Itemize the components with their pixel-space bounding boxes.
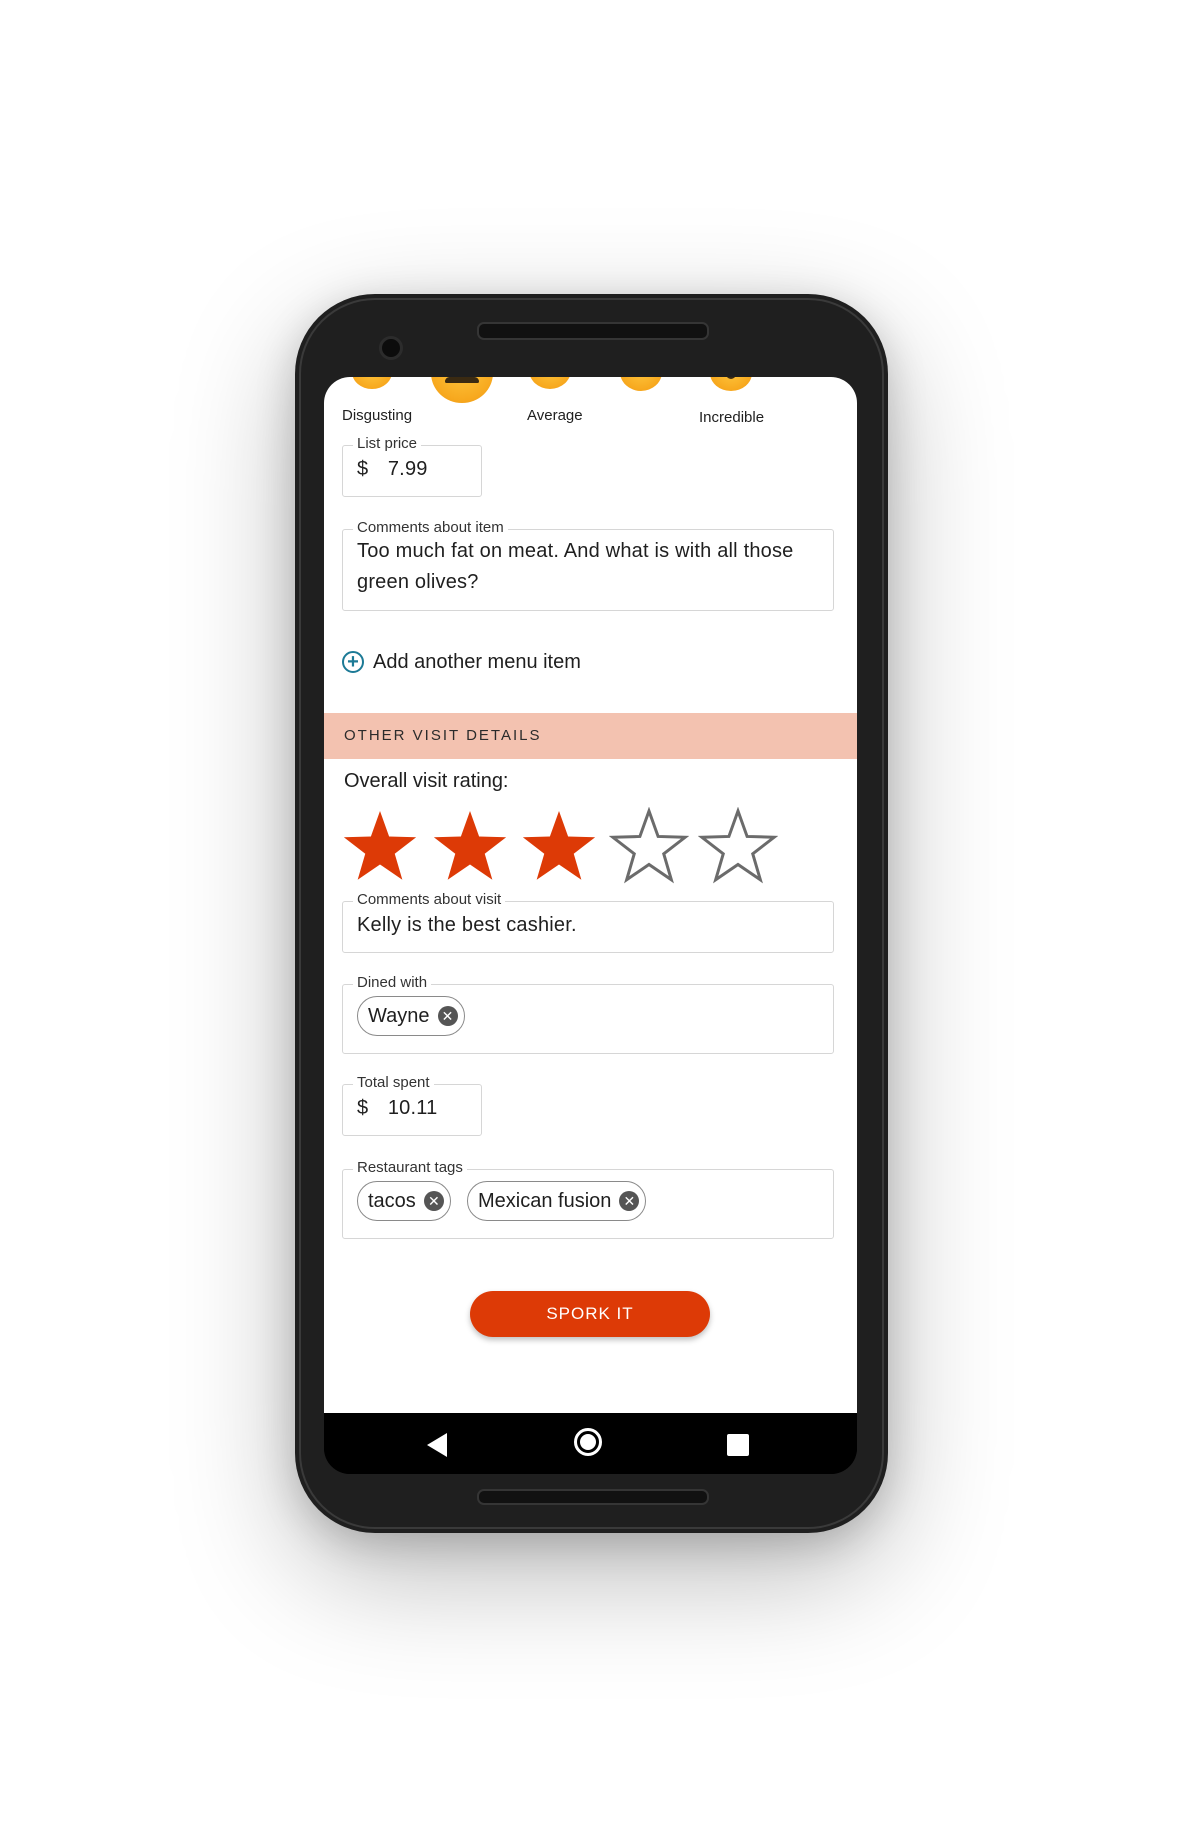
visit-comments-value[interactable]: Kelly is the best cashier. [357, 910, 577, 941]
total-spent-amount: 10.11 [387, 1097, 438, 1119]
close-circle-icon[interactable]: ✕ [619, 1191, 640, 1211]
chip-tag-0[interactable]: tacos ✕ [357, 1181, 451, 1221]
visit-comments-label: Comments about visit [353, 890, 506, 910]
visit-comments-field[interactable]: Comments about visit Kelly is the best c… [342, 890, 834, 953]
emoji-bad-icon[interactable] [431, 377, 493, 403]
dined-with-label: Dined with [353, 973, 432, 993]
home-circle-icon[interactable] [574, 1428, 602, 1456]
star-empty-icon[interactable] [698, 807, 778, 887]
total-spent-field[interactable]: Total spent $ 10.11 [342, 1073, 482, 1136]
list-price-label: List price [353, 434, 422, 454]
dined-with-field[interactable]: Dined with Wayne ✕ [342, 973, 834, 1054]
total-spent-value[interactable]: $ 10.11 [357, 1093, 437, 1124]
chip-text: Wayne [368, 1004, 430, 1027]
star-filled-icon[interactable] [430, 807, 510, 887]
phone-screen: Disgusting Average Incredible List price… [324, 377, 857, 1474]
list-price-value[interactable]: $ 7.99 [357, 454, 428, 485]
section-header-visit-details: OTHER VISIT DETAILS [324, 713, 857, 759]
close-circle-icon[interactable]: ✕ [437, 1006, 458, 1026]
star-empty-icon[interactable] [608, 807, 689, 887]
recent-square-icon[interactable] [727, 1434, 749, 1456]
chip-text: tacos [368, 1189, 416, 1212]
spork-it-button[interactable]: SPORK IT [470, 1291, 710, 1337]
chip-text: Mexican fusion [478, 1189, 612, 1212]
bottom-speaker [477, 1489, 709, 1505]
list-price-field[interactable]: List price $ 7.99 [342, 434, 482, 497]
app-content[interactable]: Disgusting Average Incredible List price… [324, 377, 857, 1413]
stage: Disgusting Average Incredible List price… [0, 0, 1194, 1845]
system-nav-bar [324, 1413, 857, 1474]
emoji-incredible-icon[interactable] [710, 377, 752, 391]
total-spent-label: Total spent [353, 1073, 434, 1093]
overall-rating-label: Overall visit rating: [344, 770, 509, 792]
emoji-disgusting-icon[interactable] [352, 377, 392, 389]
phone-frame: Disgusting Average Incredible List price… [295, 294, 888, 1533]
earpiece-speaker [477, 322, 709, 340]
rating-label-disgusting: Disgusting [342, 407, 413, 424]
chip-tag-1[interactable]: Mexican fusion ✕ [467, 1181, 647, 1221]
add-menu-item-button[interactable]: + Add another menu item [342, 647, 581, 677]
emoji-good-icon[interactable] [620, 377, 662, 391]
overall-rating-stars[interactable] [340, 807, 840, 887]
item-comments-label: Comments about item [353, 518, 508, 538]
add-menu-item-label: Add another menu item [373, 650, 581, 673]
back-triangle-icon[interactable] [427, 1433, 447, 1457]
item-comments-field[interactable]: Comments about item Too much fat on meat… [342, 518, 834, 611]
restaurant-tags-label: Restaurant tags [353, 1158, 467, 1178]
restaurant-tags-field[interactable]: Restaurant tags tacos ✕ Mexican fusion ✕ [342, 1158, 834, 1239]
star-filled-icon[interactable] [519, 807, 599, 887]
item-comments-value[interactable]: Too much fat on meat. And what is with a… [357, 536, 797, 598]
rating-label-average: Average [527, 407, 583, 424]
currency-symbol: $ [357, 458, 369, 480]
emoji-average-icon[interactable] [529, 377, 571, 389]
plus-circle-icon: + [342, 651, 364, 673]
chip-dined-with-0[interactable]: Wayne ✕ [357, 996, 465, 1036]
front-camera [379, 336, 403, 360]
list-price-amount: 7.99 [387, 458, 428, 480]
close-circle-icon[interactable]: ✕ [423, 1191, 444, 1211]
section-title: OTHER VISIT DETAILS [344, 727, 542, 744]
star-filled-icon[interactable] [340, 807, 420, 887]
rating-label-incredible: Incredible [699, 409, 765, 426]
currency-symbol: $ [357, 1097, 369, 1119]
